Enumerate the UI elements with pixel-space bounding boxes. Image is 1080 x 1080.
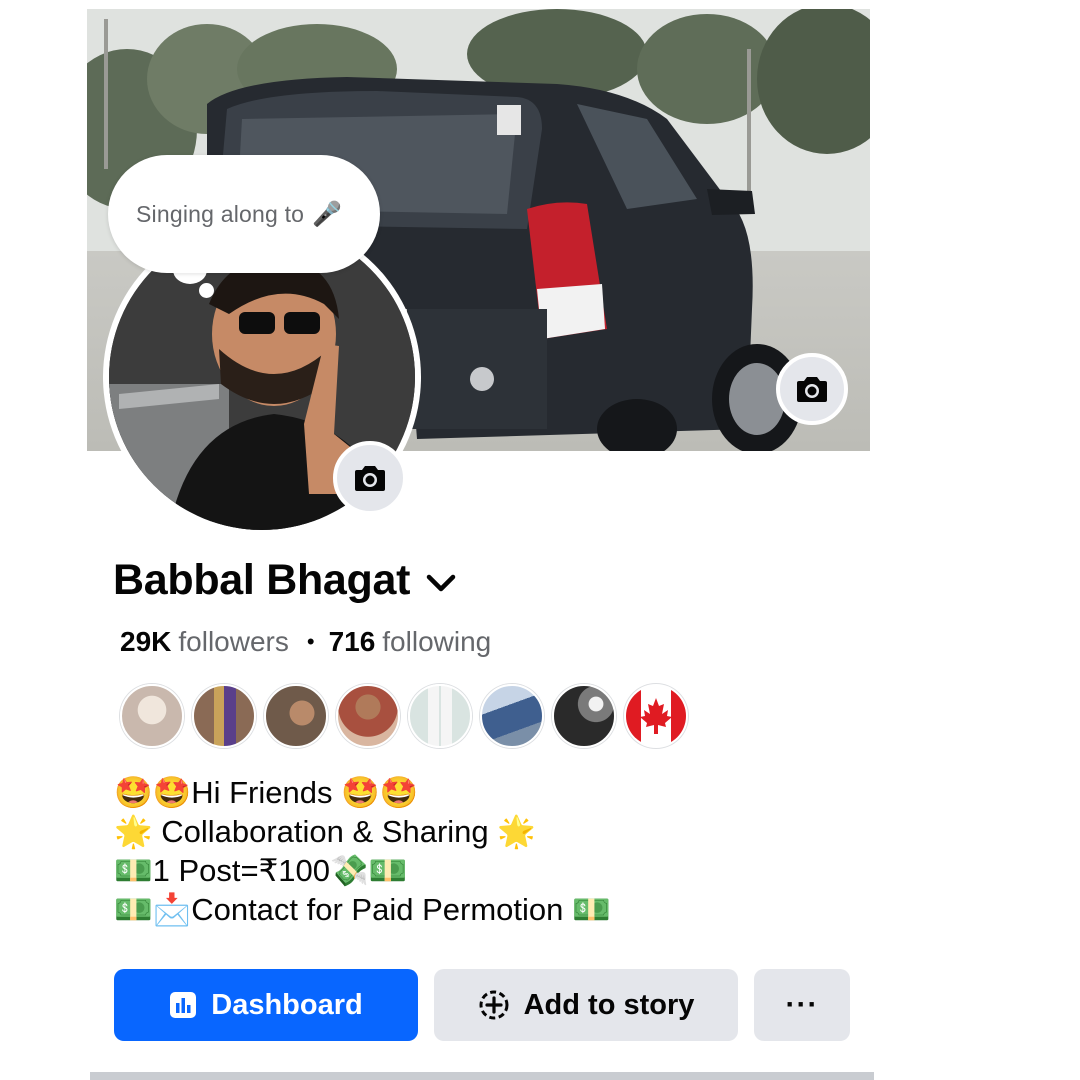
more-dots-icon: ··· [785, 988, 819, 1021]
bar-chart-icon [169, 991, 197, 1019]
bio-line: 🤩🤩Hi Friends 🤩🤩 [114, 775, 419, 810]
canada-flag-icon[interactable] [624, 684, 688, 748]
friend-avatar-6[interactable] [480, 684, 544, 748]
profile-stats: 29K followers • 716 following [120, 626, 491, 658]
profile-name-row[interactable]: Babbal Bhagat [113, 556, 456, 605]
following-count[interactable]: 716 [329, 626, 376, 658]
note-bubble-tail-small [199, 283, 214, 298]
friend-avatar-3[interactable] [264, 684, 328, 748]
friend-avatar-5[interactable] [408, 684, 472, 748]
microphone-icon: 🎤 [312, 200, 343, 228]
bio-line: 💵📩Contact for Paid Permotion 💵 [114, 892, 611, 927]
profile-bio: 🤩🤩Hi Friends 🤩🤩 🌟 Collaboration & Sharin… [114, 773, 611, 929]
edit-cover-photo-button[interactable] [776, 353, 848, 425]
add-to-story-label: Add to story [523, 988, 695, 1021]
camera-icon [355, 466, 385, 491]
add-story-icon [478, 989, 510, 1021]
following-label[interactable]: following [382, 626, 491, 658]
section-divider [90, 1072, 874, 1080]
profile-note-bubble[interactable]: Singing along to 🎤 [108, 155, 380, 273]
dashboard-button[interactable]: Dashboard [114, 969, 418, 1041]
dashboard-button-label: Dashboard [211, 988, 363, 1021]
friend-avatar-4[interactable] [336, 684, 400, 748]
edit-profile-picture-button[interactable] [333, 441, 407, 515]
friend-avatar-1[interactable] [120, 684, 184, 748]
profile-name: Babbal Bhagat [113, 556, 411, 604]
camera-icon [797, 377, 827, 402]
note-text: Singing along to [136, 200, 305, 227]
more-options-button[interactable]: ··· [754, 969, 850, 1041]
stats-separator: • [306, 629, 315, 654]
friend-avatar-2[interactable] [192, 684, 256, 748]
add-to-story-button[interactable]: Add to story [434, 969, 738, 1041]
friends-avatar-row [120, 684, 696, 748]
bio-line: 🌟 Collaboration & Sharing 🌟 [114, 814, 536, 849]
chevron-down-icon[interactable] [426, 573, 456, 593]
friend-avatar-7[interactable] [552, 684, 616, 748]
bio-line: 💵1 Post=₹100💸💵 [114, 853, 408, 888]
followers-label[interactable]: followers [178, 626, 288, 658]
followers-count[interactable]: 29K [120, 626, 171, 658]
